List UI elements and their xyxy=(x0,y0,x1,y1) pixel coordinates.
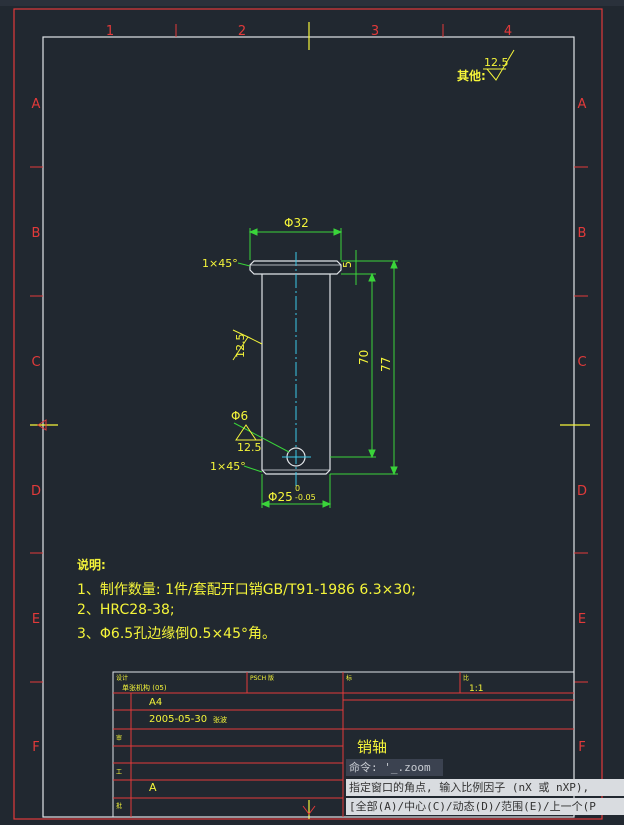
row-label-b-left: B xyxy=(32,226,41,241)
dim-bottom-tol-lower: -0.05 xyxy=(295,493,316,502)
row-label-c-right: C xyxy=(577,355,586,370)
command-prompt-line-2: 指定窗口的角点, 输入比例因子 (nX 或 nXP), xyxy=(346,779,624,796)
dim-roughness-hole: 12.5 xyxy=(237,441,262,454)
row-label-c-left: C xyxy=(31,355,40,370)
tb-scale-value: 1:1 xyxy=(469,684,483,694)
tb-row6-value: A xyxy=(149,781,157,794)
dimension-lines xyxy=(233,228,398,508)
notes-line-1: 1、制作数量: 1件/套配开口销GB/T91-1986 6.3×30; xyxy=(77,582,416,598)
notes-line-3: 3、Φ6.5孔边缘倒0.5×45°角。 xyxy=(77,626,276,642)
dim-length-77: 77 xyxy=(379,357,393,372)
tb-tab-label: 标 xyxy=(346,674,352,682)
row-label-d-right: D xyxy=(577,484,587,499)
notes-title: 说明: xyxy=(77,557,106,572)
dim-bottom-diameter: Φ25 xyxy=(268,490,293,504)
row-label-a-right: A xyxy=(578,97,587,112)
dim-chamfer-top: 1×45° xyxy=(202,257,238,270)
tb-row3-label: 审 xyxy=(116,734,122,742)
col-label-3: 3 xyxy=(371,24,379,39)
center-marks xyxy=(30,22,590,819)
row-label-e-left: E xyxy=(32,612,40,627)
dim-length-70: 70 xyxy=(357,350,371,365)
dim-top-diameter: Φ32 xyxy=(284,216,309,230)
col-label-4: 4 xyxy=(504,24,512,39)
tb-paper-value: A4 xyxy=(149,697,162,708)
roughness-other-value: 12.5 xyxy=(484,56,509,69)
row-label-b-right: B xyxy=(578,226,587,241)
row-label-f-right: F xyxy=(578,740,585,755)
tb-psch-label: PSCH 版 xyxy=(250,674,274,682)
col-label-2: 2 xyxy=(238,24,246,39)
outer-border xyxy=(13,8,603,820)
row-label-f-left: F xyxy=(32,740,39,755)
dim-hole-diameter: Φ6 xyxy=(231,409,248,423)
tb-row5-label: 批 xyxy=(116,802,122,810)
row-label-a-left: A xyxy=(32,97,41,112)
row-label-e-right: E xyxy=(578,612,586,627)
tb-part-name: 销轴 xyxy=(357,738,387,756)
roughness-other-label: 其他: xyxy=(457,68,486,83)
row-label-d-left: D xyxy=(31,484,41,499)
tb-date-suffix: 张波 xyxy=(213,715,227,724)
tb-designer-value: 单张机构 (05) xyxy=(122,683,167,692)
tb-scale-label: 比 xyxy=(463,674,469,682)
command-options-line-3[interactable]: [全部(A)/中心(C)/动态(D)/范围(E)/上一个(P xyxy=(346,798,624,815)
dim-chamfer-bottom: 1×45° xyxy=(210,460,246,473)
dim-bottom-tol-upper: 0 xyxy=(295,484,300,493)
command-history-line-1: 命令: '_.zoom xyxy=(346,759,443,776)
notes-line-2: 2、HRC28-38; xyxy=(77,602,175,618)
tb-date-value: 2005-05-30 xyxy=(149,714,207,725)
dim-head-height: 5 xyxy=(341,261,354,268)
tb-row4-label: 工 xyxy=(116,769,122,776)
col-label-1: 1 xyxy=(106,24,114,39)
dim-roughness-side: 12.5 xyxy=(234,334,247,359)
tb-designer-label: 设计 xyxy=(116,674,128,682)
drawing-canvas[interactable]: 1 2 3 4 A B C D E F A B C D E F 其他: 12.5 xyxy=(0,0,624,825)
